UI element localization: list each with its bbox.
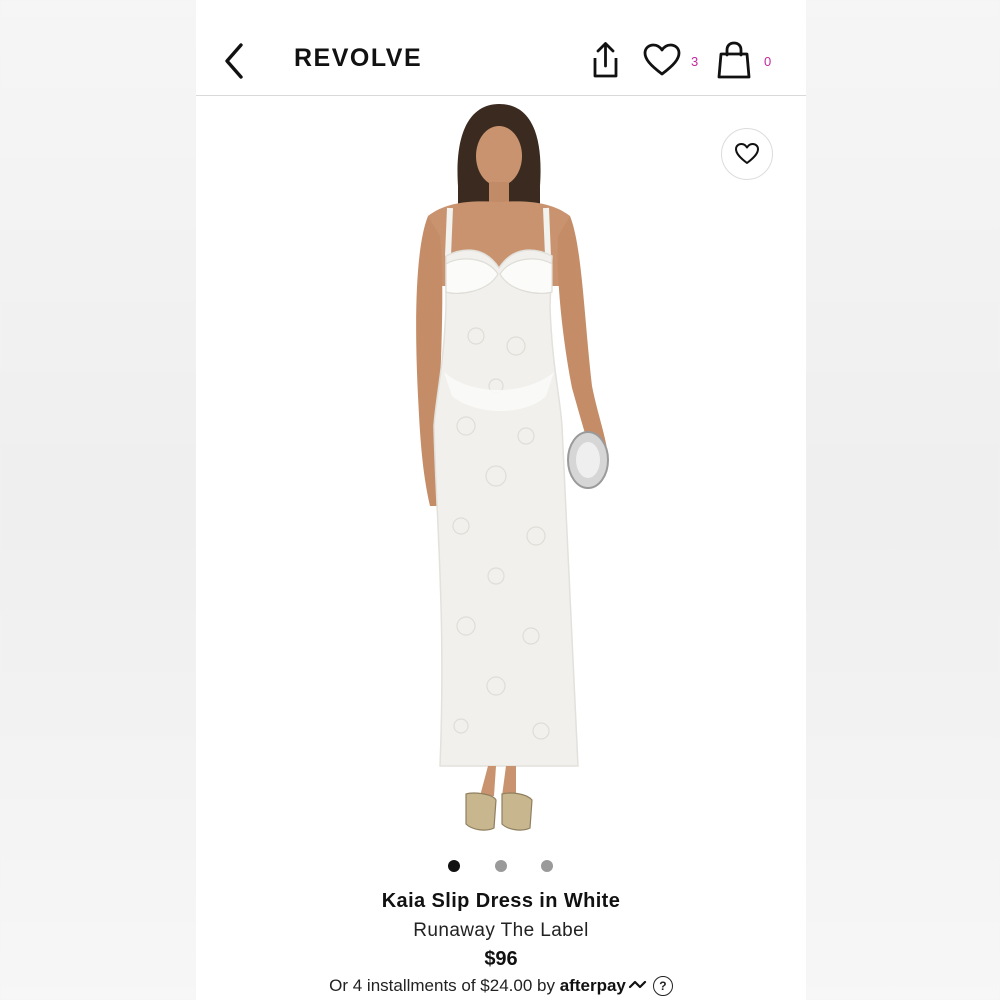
shopping-bag-icon xyxy=(717,41,751,79)
favorite-button[interactable] xyxy=(721,128,773,180)
afterpay-arrows-icon xyxy=(628,980,646,989)
share-button[interactable] xyxy=(588,40,622,80)
product-image[interactable] xyxy=(196,96,806,846)
installments-text: Or 4 installments of $24.00 by xyxy=(329,976,555,995)
back-button[interactable] xyxy=(220,40,250,82)
top-navigation-bar: REVOLVE 3 0 xyxy=(196,0,806,96)
product-title: Kaia Slip Dress in White xyxy=(381,890,621,912)
heart-icon xyxy=(643,43,681,76)
wishlist-count-badge: 3 xyxy=(691,54,699,69)
carousel-indicator xyxy=(196,858,806,874)
app-screen: REVOLVE 3 0 Kaia Slip Dress in White Run… xyxy=(196,0,806,1000)
installments-info: Or 4 installments of $24.00 by afterpay … xyxy=(196,976,806,996)
right-background xyxy=(806,0,1000,1000)
brand-logo[interactable]: REVOLVE xyxy=(294,44,422,73)
product-price: $96 xyxy=(484,948,518,970)
carousel-dot-1[interactable] xyxy=(448,860,460,872)
product-brand-link[interactable]: Runaway The Label xyxy=(196,920,806,942)
help-icon[interactable]: ? xyxy=(652,976,673,996)
left-background xyxy=(0,0,196,1000)
afterpay-logo: afterpay xyxy=(559,976,626,995)
model-photo xyxy=(416,104,609,831)
heart-icon xyxy=(735,143,759,164)
wishlist-button[interactable] xyxy=(642,42,682,78)
shopping-bag-button[interactable] xyxy=(716,40,752,80)
carousel-dot-2[interactable] xyxy=(495,860,507,872)
chevron-left-icon xyxy=(225,43,243,79)
bag-count-badge: 0 xyxy=(764,54,772,69)
share-icon xyxy=(593,42,618,78)
carousel-dot-3[interactable] xyxy=(541,860,553,872)
